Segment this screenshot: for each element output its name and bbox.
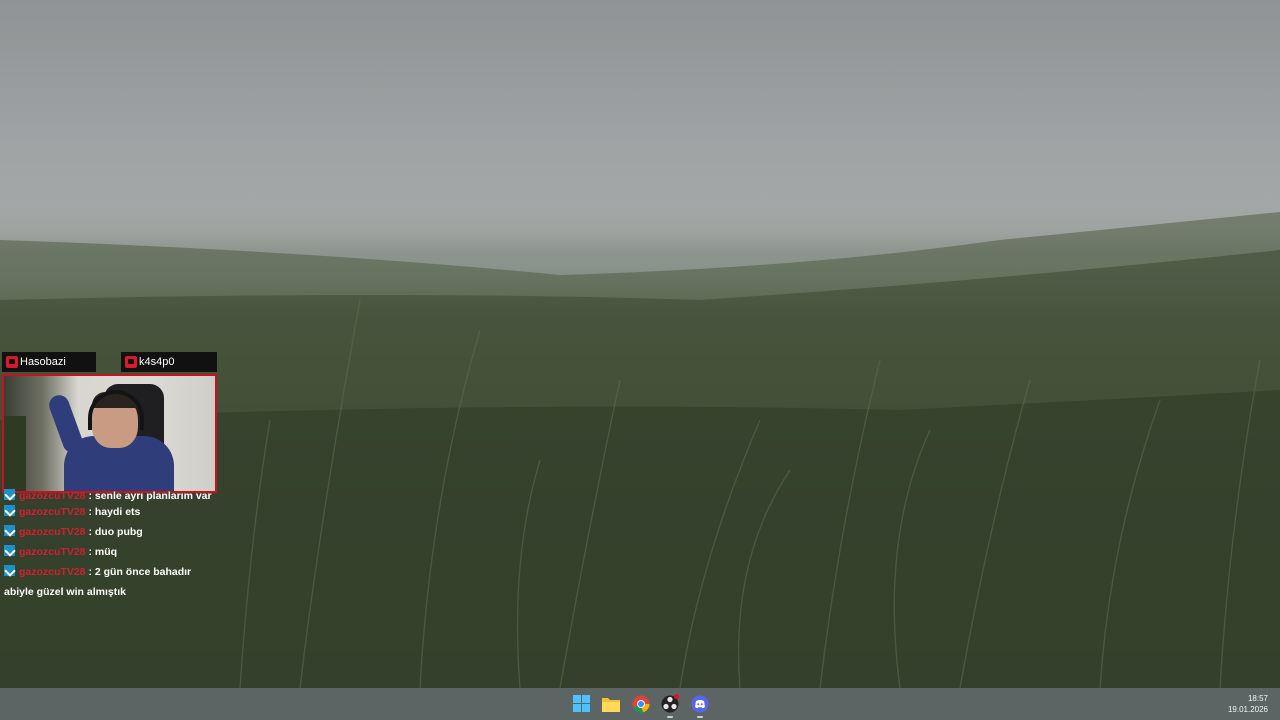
guest-name-tag: k4s4p0 (121, 352, 217, 372)
chat-text-continued: abiyle güzel win almıştık (4, 586, 126, 598)
chat-text: : 2 gün önce bahadır (88, 566, 192, 578)
discord-icon[interactable] (690, 694, 710, 714)
obs-running-indicator (667, 716, 673, 718)
taskbar-clock[interactable]: 18:57 19.01.2026 (1228, 693, 1268, 715)
taskbar (0, 688, 1280, 720)
clock-time: 18:57 (1247, 694, 1268, 703)
streamer-badge-icon (6, 356, 18, 368)
windows-start-icon[interactable] (572, 694, 592, 714)
twitch-icon (4, 505, 15, 516)
chat-username: gazozcuTV28 (19, 546, 86, 558)
twitch-icon (4, 565, 15, 576)
guest-name: k4s4p0 (139, 356, 175, 368)
guest-badge-icon (125, 356, 137, 368)
chat-text: : müq (88, 546, 118, 558)
chat-text: : haydi ets (88, 506, 141, 518)
chat-text: : duo pubg (88, 526, 143, 538)
chat-message: gazozcuTV28 : haydi ets (4, 505, 224, 525)
twitch-icon (4, 489, 15, 500)
chat-username: gazozcuTV28 (19, 490, 86, 502)
streamer-name: Hasobazi (20, 356, 66, 368)
streamer-name-tag: Hasobazi (2, 352, 96, 372)
chat-text: : senle ayrı planlarım var (88, 490, 212, 502)
twitch-icon (4, 525, 15, 536)
chat-username: gazozcuTV28 (19, 506, 86, 518)
twitch-icon (4, 545, 15, 556)
chat-message: gazozcuTV28 : senle ayrı planlarım var (4, 489, 224, 505)
discord-running-indicator (697, 716, 703, 718)
chat-message: gazozcuTV28 : duo pubg (4, 525, 224, 545)
chrome-icon[interactable] (631, 694, 651, 714)
obs-icon[interactable] (660, 694, 680, 714)
webcam-feed (2, 374, 217, 493)
chat-message: gazozcuTV28 : 2 gün önce bahadır (4, 565, 224, 585)
file-explorer-icon[interactable] (601, 694, 621, 714)
webcam-person-arm (46, 392, 86, 456)
chat-username: gazozcuTV28 (19, 526, 86, 538)
chat-username: gazozcuTV28 (19, 566, 86, 578)
chat-message: gazozcuTV28 : müq (4, 545, 224, 565)
clock-date: 19.01.2026 (1227, 705, 1268, 714)
chat-overlay: gazozcuTV28 : senle ayrı planlarım var g… (4, 489, 224, 585)
webcam-plant (4, 416, 26, 491)
